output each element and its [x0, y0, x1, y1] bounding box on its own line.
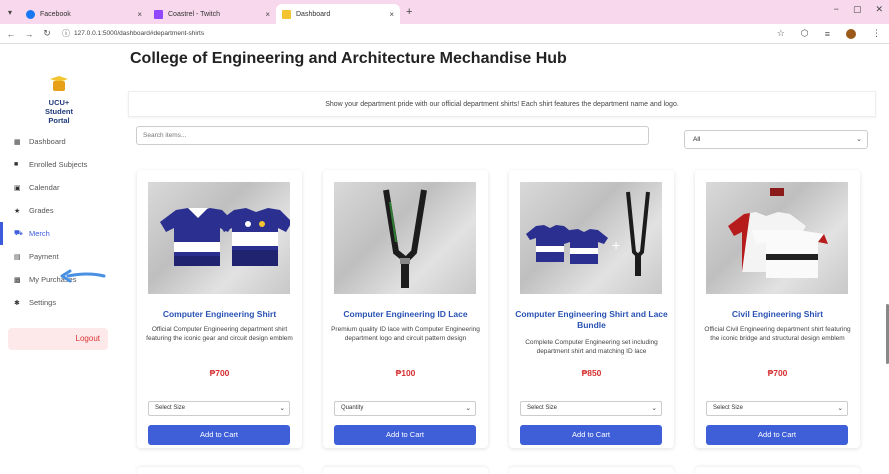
sidebar-item-enrolled-subjects[interactable]: ■ Enrolled Subjects	[0, 153, 118, 176]
product-name[interactable]: Computer Engineering ID Lace	[327, 309, 484, 320]
product-price: ₱700	[767, 368, 788, 378]
product-description: Premium quality ID lace with Computer En…	[331, 326, 480, 342]
product-card: + Computer Engineering Shirt and Lace Bu…	[509, 170, 674, 448]
product-price: ₱850	[581, 368, 602, 378]
product-price: ₱700	[209, 368, 230, 378]
product-description: Official Computer Engineering department…	[146, 326, 293, 342]
add-to-cart-button[interactable]: Add to Cart	[706, 425, 848, 445]
receipt-icon: ▩	[14, 276, 21, 284]
sidebar: UCU+ Student Portal ▦ Dashboard ■ Enroll…	[0, 44, 118, 474]
product-image-ce-bundle: +	[520, 182, 662, 294]
intro-banner: Show your department pride with our offi…	[128, 91, 876, 117]
tab-search-icon[interactable]: ▾	[0, 8, 20, 17]
product-price: ₱100	[395, 368, 416, 378]
portal-name: UCU+ Student Portal	[45, 98, 73, 125]
star-icon: ★	[14, 207, 21, 215]
chevron-down-icon: ⌄	[651, 405, 657, 412]
product-name[interactable]: Computer Engineering Shirt	[141, 309, 298, 320]
browser-tab-bar: ▾ Facebook × Coastrel - Twitch × Dashboa…	[0, 0, 889, 24]
product-description: Official Civil Engineering department sh…	[704, 326, 851, 342]
add-to-cart-button[interactable]: Add to Cart	[148, 425, 290, 445]
close-window-icon[interactable]: ✕	[875, 4, 883, 15]
product-card-next-row	[509, 467, 674, 474]
sidebar-item-grades[interactable]: ★ Grades	[0, 199, 118, 222]
logout-button[interactable]: Logout	[8, 328, 108, 350]
add-to-cart-button[interactable]: Add to Cart	[520, 425, 662, 445]
calendar-icon: ▣	[14, 184, 21, 192]
close-tab-icon[interactable]: ×	[389, 10, 394, 19]
chevron-down-icon: ⌄	[279, 405, 285, 412]
size-select[interactable]: Select Size ⌄	[148, 401, 290, 416]
address-bar: ← → ↻ ⓘ 127.0.0.1:5000/dashboard#departm…	[0, 24, 889, 44]
window-controls: − ▢ ✕	[834, 4, 883, 15]
product-card-next-row	[137, 467, 302, 474]
extensions-icon[interactable]: ⬡	[801, 28, 809, 39]
main-content: College of Engineering and Architecture …	[118, 44, 889, 474]
pointer-arrow-icon	[60, 269, 106, 283]
product-image-civil-shirt	[706, 182, 848, 294]
tab-search-icon[interactable]: ≡	[825, 29, 830, 39]
minimize-icon[interactable]: −	[834, 4, 839, 15]
close-tab-icon[interactable]: ×	[137, 10, 142, 19]
profile-avatar[interactable]	[846, 28, 856, 39]
page-title: College of Engineering and Architecture …	[130, 50, 567, 67]
svg-text:+: +	[612, 237, 620, 253]
size-select[interactable]: Select Size ⌄	[520, 401, 662, 416]
menu-kebab-icon[interactable]: ⋮	[872, 28, 881, 39]
product-card-next-row	[323, 467, 488, 474]
sidebar-item-dashboard[interactable]: ▦ Dashboard	[0, 130, 118, 153]
book-icon: ■	[14, 161, 19, 168]
sidebar-item-merch[interactable]: ⛟ Merch	[0, 222, 118, 245]
tab-twitch[interactable]: Coastrel - Twitch ×	[148, 4, 276, 24]
forward-icon[interactable]: →	[22, 29, 36, 39]
sidebar-item-payment[interactable]: ▤ Payment	[0, 245, 118, 268]
quantity-select[interactable]: Quantity ⌄	[334, 401, 476, 416]
tab-dashboard[interactable]: Dashboard ×	[276, 4, 400, 24]
back-icon[interactable]: ←	[4, 29, 18, 39]
sidebar-item-calendar[interactable]: ▣ Calendar	[0, 176, 118, 199]
card-icon: ▤	[14, 253, 21, 261]
twitch-icon	[154, 9, 163, 19]
product-card: Civil Engineering Shirt Official Civil E…	[695, 170, 860, 448]
tab-facebook[interactable]: Facebook ×	[20, 4, 148, 24]
product-card-next-row	[695, 467, 860, 474]
reload-icon[interactable]: ↻	[40, 28, 54, 39]
ucu-logo	[50, 76, 68, 92]
gear-icon: ✱	[14, 299, 20, 307]
product-description: Complete Computer Engineering set includ…	[525, 339, 658, 355]
chevron-down-icon: ⌄	[837, 405, 843, 412]
product-name[interactable]: Computer Engineering Shirt and Lace Bund…	[513, 309, 670, 331]
new-tab-button[interactable]: +	[406, 6, 412, 18]
sidebar-menu: ▦ Dashboard ■ Enrolled Subjects ▣ Calend…	[0, 130, 118, 314]
grid-icon: ▦	[14, 138, 21, 146]
category-filter-select[interactable]: All ⌄	[684, 130, 868, 149]
bookmark-star-icon[interactable]: ☆	[777, 28, 785, 39]
product-card: Computer Engineering Shirt Official Comp…	[137, 170, 302, 448]
size-select[interactable]: Select Size ⌄	[706, 401, 848, 416]
product-card: Computer Engineering ID Lace Premium qua…	[323, 170, 488, 448]
toolbar-actions: ☆ ⬡ ≡ ⋮	[777, 28, 881, 39]
chevron-down-icon: ⌄	[465, 405, 471, 412]
product-image-ce-shirt	[148, 182, 290, 294]
chevron-down-icon: ⌄	[856, 136, 862, 143]
site-info-icon[interactable]: ⓘ	[62, 28, 70, 39]
dashboard-favicon	[282, 9, 291, 19]
sidebar-item-settings[interactable]: ✱ Settings	[0, 291, 118, 314]
maximize-icon[interactable]: ▢	[853, 4, 862, 15]
facebook-icon	[26, 9, 35, 19]
product-image-ce-lace	[334, 182, 476, 294]
search-input[interactable]	[136, 126, 649, 145]
url-field[interactable]: ⓘ 127.0.0.1:5000/dashboard#department-sh…	[62, 28, 204, 39]
add-to-cart-button[interactable]: Add to Cart	[334, 425, 476, 445]
product-name[interactable]: Civil Engineering Shirt	[699, 309, 856, 320]
cart-icon: ⛟	[14, 230, 23, 237]
close-tab-icon[interactable]: ×	[265, 10, 270, 19]
